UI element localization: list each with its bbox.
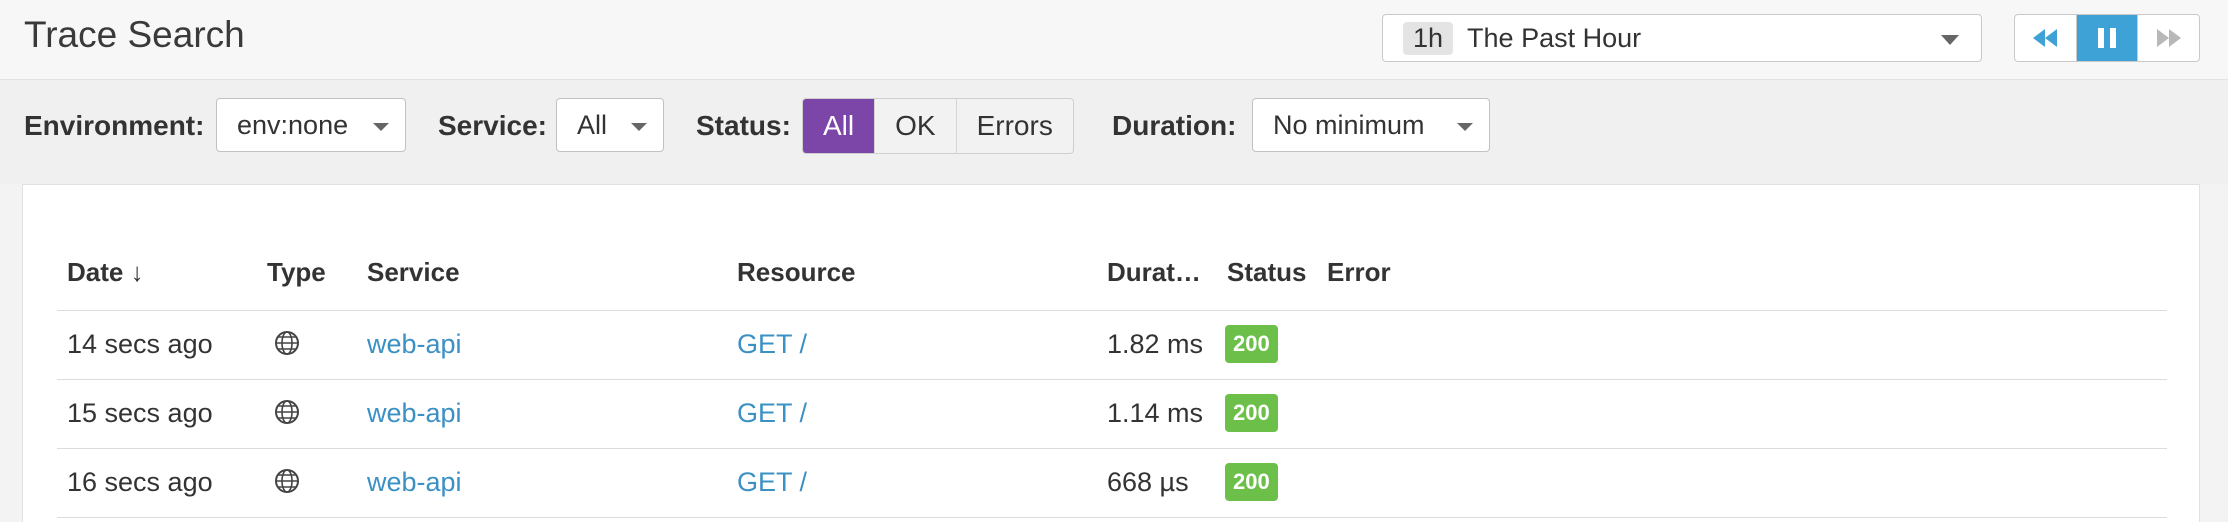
table-row[interactable]: 16 secs ago web-api GET / 668 µs 200 — [23, 449, 2201, 517]
row-divider — [57, 517, 2167, 518]
row-service-link[interactable]: web-api — [367, 467, 462, 498]
service-value: All — [577, 109, 608, 140]
table-row[interactable]: 15 secs ago web-api GET / 1.14 ms 200 — [23, 380, 2201, 448]
environment-label: Environment: — [24, 110, 205, 141]
service-select[interactable]: All — [556, 98, 664, 152]
duration-value: No minimum — [1273, 109, 1425, 140]
timeframe-badge: 1h — [1403, 21, 1454, 55]
status-errors-button[interactable]: Errors — [957, 99, 1073, 153]
chevron-down-icon — [1941, 35, 1959, 45]
trace-table-panel: Date ↓ Type Service Resource Durat… Stat… — [22, 184, 2200, 522]
row-resource-link[interactable]: GET / — [737, 329, 807, 360]
row-service-link[interactable]: web-api — [367, 329, 462, 360]
filter-bar: Environment: env:none Service: All Statu… — [0, 80, 2228, 184]
row-duration: 1.14 ms — [1107, 398, 1204, 428]
status-ok-button[interactable]: OK — [875, 99, 957, 153]
column-header-service[interactable]: Service — [367, 257, 460, 288]
status-badge: 200 — [1225, 325, 1278, 363]
chevron-down-icon — [1457, 123, 1473, 131]
globe-icon — [275, 331, 299, 355]
status-label: Status: — [696, 110, 791, 141]
column-header-resource[interactable]: Resource — [737, 257, 856, 288]
column-header-error[interactable]: Error — [1327, 257, 1391, 288]
pause-icon — [2098, 28, 2116, 48]
status-toggle: All OK Errors — [802, 98, 1074, 154]
duration-label: Duration: — [1112, 110, 1237, 141]
row-date: 15 secs ago — [67, 398, 213, 428]
page-header: Trace Search 1h The Past Hour — [0, 0, 2228, 80]
status-badge: 200 — [1225, 394, 1278, 432]
globe-icon — [275, 469, 299, 493]
row-date: 14 secs ago — [67, 329, 213, 359]
status-badge: 200 — [1225, 463, 1278, 501]
service-label: Service: — [438, 110, 547, 141]
row-resource-link[interactable]: GET / — [737, 398, 807, 429]
environment-value: env:none — [237, 109, 349, 140]
chevron-down-icon — [373, 123, 389, 131]
timeframe-label: The Past Hour — [1467, 22, 1642, 53]
fast-forward-icon — [2156, 29, 2181, 47]
duration-select[interactable]: No minimum — [1252, 98, 1490, 152]
row-resource-link[interactable]: GET / — [737, 467, 807, 498]
row-duration: 668 µs — [1107, 467, 1189, 497]
fast-forward-button[interactable] — [2138, 15, 2199, 61]
row-duration: 1.82 ms — [1107, 329, 1204, 359]
rewind-icon — [2033, 29, 2058, 47]
row-date: 16 secs ago — [67, 467, 213, 497]
status-all-button[interactable]: All — [803, 99, 876, 153]
timeframe-selector[interactable]: 1h The Past Hour — [1382, 14, 1982, 62]
column-header-duration[interactable]: Durat… — [1107, 257, 1201, 288]
chevron-down-icon — [631, 123, 647, 131]
environment-select[interactable]: env:none — [216, 98, 406, 152]
playback-controls — [2014, 14, 2200, 62]
row-service-link[interactable]: web-api — [367, 398, 462, 429]
column-header-type[interactable]: Type — [267, 257, 326, 288]
globe-icon — [275, 400, 299, 424]
column-header-date[interactable]: Date ↓ — [67, 257, 144, 288]
rewind-button[interactable] — [2015, 15, 2077, 61]
column-header-status[interactable]: Status — [1227, 257, 1306, 288]
pause-button[interactable] — [2076, 15, 2139, 61]
table-row[interactable]: 14 secs ago web-api GET / 1.82 ms 200 — [23, 311, 2201, 379]
page-title: Trace Search — [24, 14, 245, 55]
